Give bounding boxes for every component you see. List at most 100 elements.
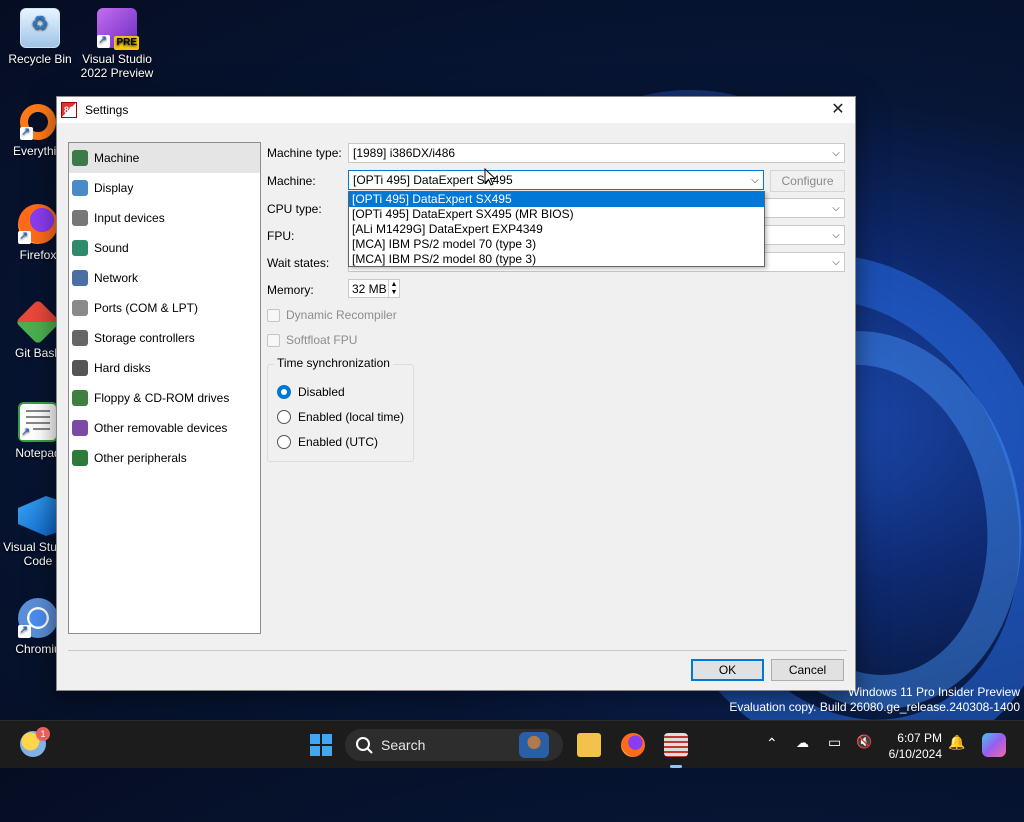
chevron-down-icon: ⌵ [751, 174, 759, 186]
ports-icon [72, 300, 88, 316]
time-sync-group: Time synchronization Disabled Enabled (l… [267, 356, 414, 462]
peripherals-icon [72, 450, 88, 466]
checkbox-box [267, 308, 280, 322]
display-icon [72, 180, 88, 196]
desktop-icon-recycle-bin[interactable]: ♻ Recycle Bin [0, 8, 80, 66]
notification-bell-icon[interactable]: 🔔 [948, 734, 965, 751]
storage-controller-icon [72, 330, 88, 346]
sidebar-item-network[interactable]: Network [69, 263, 260, 293]
visual-studio-icon: PRE [97, 8, 139, 50]
windows-watermark: Windows 11 Pro Insider Preview Evaluatio… [729, 685, 1020, 715]
radio-dot [277, 435, 291, 449]
dropdown-option[interactable]: [MCA] IBM PS/2 model 80 (type 3) [349, 252, 764, 267]
sidebar-item-label: Other peripherals [94, 451, 187, 465]
onedrive-icon[interactable]: ☁ [796, 735, 809, 751]
file-explorer-icon[interactable] [577, 733, 601, 757]
86box-app-icon: 86 [61, 102, 77, 118]
taskbar-search-box[interactable]: Search [345, 729, 563, 761]
shortcut-arrow-icon [20, 125, 33, 140]
desktop-icon-label: Recycle Bin [8, 52, 72, 66]
memory-label: Memory: [267, 283, 314, 297]
sidebar-item-ports[interactable]: Ports (COM & LPT) [69, 293, 260, 323]
removable-device-icon [72, 420, 88, 436]
sidebar-item-label: Machine [94, 151, 140, 165]
chevron-down-icon: ⌵ [832, 147, 840, 159]
sidebar-item-label: Storage controllers [94, 331, 195, 345]
mouse-cursor-icon [484, 168, 496, 186]
footer-separator [68, 650, 847, 651]
weather-widget-icon[interactable]: 1 [20, 727, 50, 757]
window-title: Settings [85, 103, 129, 117]
radio-dot [277, 410, 291, 424]
time-sync-local-radio[interactable]: Enabled (local time) [277, 410, 404, 424]
time-sync-utc-radio[interactable]: Enabled (UTC) [277, 435, 378, 449]
firefox-taskbar-icon[interactable] [621, 733, 645, 757]
sidebar-item-machine[interactable]: Machine [69, 143, 260, 173]
desktop-icon-label: Visual Studio 2022 Preview [80, 52, 154, 80]
settings-window: 86 Settings ✕ Machine Display Input devi… [56, 96, 856, 691]
shortcut-arrow-icon [97, 33, 110, 48]
search-icon [356, 737, 373, 754]
desktop-icon-visual-studio[interactable]: PRE Visual Studio 2022 Preview [77, 8, 157, 80]
86box-taskbar-icon[interactable] [664, 733, 688, 757]
sidebar-item-label: Display [94, 181, 134, 195]
input-devices-icon [72, 210, 88, 226]
sidebar-item-label: Floppy & CD-ROM drives [94, 391, 230, 405]
watermark-line-1: Windows 11 Pro Insider Preview [848, 685, 1020, 699]
sidebar-item-label: Input devices [94, 211, 165, 225]
dropdown-option[interactable]: [ALi M1429G] DataExpert EXP4349 [349, 222, 764, 237]
sidebar-item-other-removable-devices[interactable]: Other removable devices [69, 413, 260, 443]
checkbox-box [267, 333, 280, 347]
sidebar-item-sound[interactable]: Sound [69, 233, 260, 263]
machine-type-combo[interactable]: [1989] i386DX/i486 ⌵ [348, 143, 845, 163]
sidebar-item-label: Hard disks [94, 361, 151, 375]
time-sync-title: Time synchronization [274, 356, 393, 370]
memory-spinbox[interactable]: 32 MB ▲ ▼ [348, 279, 400, 298]
machine-type-label: Machine type: [267, 146, 342, 160]
sidebar-item-storage-controllers[interactable]: Storage controllers [69, 323, 260, 353]
machine-label: Machine: [267, 174, 316, 188]
sidebar-item-display[interactable]: Display [69, 173, 260, 203]
close-button[interactable]: ✕ [827, 99, 849, 121]
sidebar-item-label: Network [94, 271, 139, 285]
chevron-down-icon: ⌵ [832, 202, 840, 214]
dynamic-recompiler-label: Dynamic Recompiler [286, 308, 397, 322]
softfloat-fpu-checkbox[interactable]: Softfloat FPU [267, 333, 357, 347]
volume-muted-icon[interactable]: 🔇 [856, 734, 872, 750]
windows-logo-icon [310, 734, 332, 756]
firefox-icon [18, 204, 58, 244]
sidebar-item-other-peripherals[interactable]: Other peripherals [69, 443, 260, 473]
dropdown-option[interactable]: [MCA] IBM PS/2 model 70 (type 3) [349, 237, 764, 252]
clock-date: 6/10/2024 [888, 747, 942, 761]
spin-arrows-icon[interactable]: ▲ ▼ [388, 280, 399, 297]
softfloat-fpu-label: Softfloat FPU [286, 333, 358, 347]
ok-button[interactable]: OK [691, 659, 764, 681]
sidebar-item-label: Sound [94, 241, 129, 255]
sidebar-item-label: Other removable devices [94, 421, 228, 435]
clock[interactable]: 6:07 PM 6/10/2024 [889, 730, 942, 762]
search-highlight-icon [519, 732, 549, 758]
show-hidden-icons-icon[interactable]: ⌃ [766, 735, 778, 752]
sidebar-item-hard-disks[interactable]: Hard disks [69, 353, 260, 383]
cpu-type-label: CPU type: [267, 202, 322, 216]
radio-dot [277, 385, 291, 399]
dropdown-option[interactable]: [OPTi 495] DataExpert SX495 [349, 192, 764, 207]
dynamic-recompiler-checkbox[interactable]: Dynamic Recompiler [267, 308, 397, 322]
sidebar-item-floppy-cdrom[interactable]: Floppy & CD-ROM drives [69, 383, 260, 413]
taskbar: 1 Search ⌃ ☁ ▭ 🔇 6:07 PM 6/10/2024 🔔 [0, 720, 1024, 768]
start-button[interactable] [309, 733, 333, 757]
copilot-icon[interactable] [982, 733, 1006, 757]
dropdown-option[interactable]: [OPTi 495] DataExpert SX495 (MR BIOS) [349, 207, 764, 222]
time-sync-disabled-radio[interactable]: Disabled [277, 385, 345, 399]
cancel-button[interactable]: Cancel [771, 659, 844, 681]
title-bar[interactable]: 86 Settings ✕ [57, 97, 855, 123]
machine-combo[interactable]: [OPTi 495] DataExpert SX495 ⌵ [348, 170, 764, 190]
network-status-icon[interactable]: ▭ [828, 734, 841, 751]
configure-button[interactable]: Configure [770, 170, 845, 192]
motherboard-icon [72, 150, 88, 166]
sidebar-item-input-devices[interactable]: Input devices [69, 203, 260, 233]
wait-states-label: Wait states: [267, 256, 330, 270]
preview-badge: PRE [114, 36, 139, 50]
shortcut-arrow-icon [18, 623, 31, 638]
chevron-down-icon: ⌵ [832, 256, 840, 268]
